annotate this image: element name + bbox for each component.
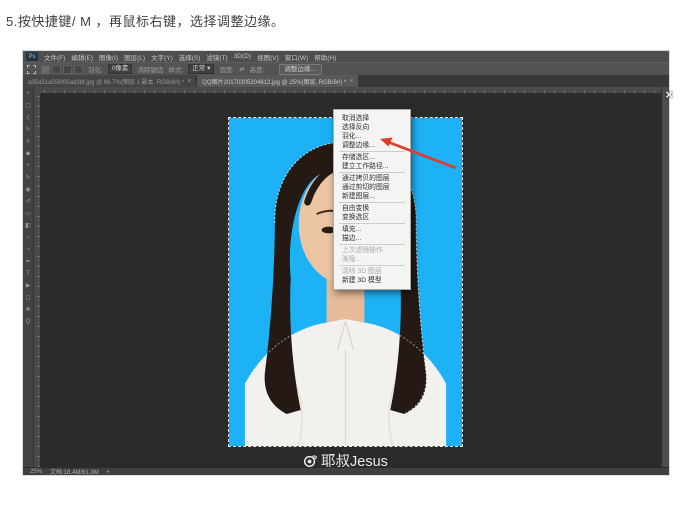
style-select[interactable]: 正常 ▾: [188, 64, 214, 74]
ruler-corner: [34, 87, 41, 94]
pen-tool[interactable]: ✒: [24, 258, 33, 267]
feather-label: 羽化:: [88, 64, 103, 74]
menu-item[interactable]: 图层(L): [124, 52, 145, 62]
brush-tool[interactable]: ✎: [24, 174, 33, 183]
context-menu-item[interactable]: 调整边缘...: [334, 141, 410, 150]
zoom-tool[interactable]: Q: [24, 318, 33, 327]
zoom-level[interactable]: 25%: [30, 469, 42, 475]
document-tab-active[interactable]: QQ图片20170305204612.jpg @ 25%(图层, RGB/8#)…: [197, 75, 358, 87]
swap-dimensions-icon[interactable]: ⇄: [239, 65, 244, 73]
close-icon[interactable]: ×: [665, 87, 673, 102]
vertical-scrollbar[interactable]: [661, 87, 669, 467]
refine-edge-button[interactable]: 调整边缘…: [279, 64, 322, 75]
close-tab-icon[interactable]: ×: [187, 78, 191, 85]
menu-item[interactable]: 图像(I): [99, 52, 118, 62]
photoshop-window: Ps 文件(F) 编辑(E) 图像(I) 图层(L) 文字(Y) 选择(S) 滤镜(T) 3D…: [22, 50, 670, 476]
eyedropper-tool[interactable]: ◆: [24, 150, 33, 159]
context-menu-item[interactable]: 建立工作路径...: [334, 162, 410, 171]
context-menu-item[interactable]: 新建图层...: [334, 192, 410, 201]
document-tabs: a05a51a556f05ad3bf.jpg @ 66.7%(图层 1 副本, …: [23, 75, 669, 87]
crop-tool[interactable]: #: [24, 138, 33, 147]
context-menu-separator: [339, 244, 405, 245]
vertical-ruler: [34, 94, 41, 467]
dodge-tool[interactable]: ◔: [24, 246, 33, 255]
context-menu-item[interactable]: 变换选区: [334, 213, 410, 222]
context-menu: 取消选择选择反向羽化...调整边缘... 存储选区...建立工作路径... 通过拷贝…: [333, 109, 411, 290]
context-menu-item[interactable]: 取消选择: [334, 114, 410, 123]
menu-item[interactable]: 3D(D): [234, 53, 251, 60]
tutorial-page: 5.按快捷键/ M ，再鼠标右键，选择调整边缘。 Ps 文件(F) 编辑(E) 图像…: [0, 0, 690, 515]
context-menu-item[interactable]: 自由变换: [334, 204, 410, 213]
path-select-tool[interactable]: ▶: [24, 282, 33, 291]
width-label: 宽度:: [219, 64, 234, 74]
healing-brush-tool[interactable]: +: [24, 162, 33, 171]
photoshop-logo: Ps: [26, 52, 38, 61]
marquee-tool[interactable]: ▢: [24, 102, 33, 111]
context-menu-item: 上次滤镜操作: [334, 246, 410, 255]
height-label: 高度:: [250, 64, 265, 74]
history-brush-tool[interactable]: ↺: [24, 198, 33, 207]
context-menu-item[interactable]: 通过剪切的图层: [334, 183, 410, 192]
horizontal-ruler: [34, 87, 661, 94]
menu-item[interactable]: 滤镜(T): [206, 52, 227, 62]
move-tool[interactable]: +: [24, 90, 33, 99]
context-menu-separator: [339, 172, 405, 173]
type-tool[interactable]: T: [24, 270, 33, 279]
shape-tool[interactable]: ◻: [24, 294, 33, 303]
document-tab-inactive[interactable]: a05a51a556f05ad3bf.jpg @ 66.7%(图层 1 副本, …: [23, 75, 197, 87]
menu-item[interactable]: 选择(S): [179, 52, 201, 62]
context-menu-separator: [339, 223, 405, 224]
lasso-tool[interactable]: ς: [24, 114, 33, 123]
selection-mode-group: [41, 65, 83, 74]
hand-tool[interactable]: ❖: [24, 306, 33, 315]
subtract-selection-icon[interactable]: [63, 65, 72, 74]
tools-panel: + ▢ ς ✎ # ◆ + ✎ ◉ ↺ ▭ ◧ ○ ◔ ✒ T ▶ ◻ ❖ Q: [23, 87, 34, 467]
options-bar: 羽化: 0像素 消除锯齿 样式: 正常 ▾ 宽度: ⇄ 高度: 调整边缘…: [23, 62, 669, 75]
context-menu-item[interactable]: 填充...: [334, 225, 410, 234]
eraser-tool[interactable]: ▭: [24, 210, 33, 219]
status-caret-icon[interactable]: ▸: [107, 468, 110, 475]
quick-select-tool[interactable]: ✎: [24, 126, 33, 135]
context-menu-item[interactable]: 描边...: [334, 234, 410, 243]
new-selection-icon[interactable]: [41, 65, 50, 74]
feather-input[interactable]: 0像素: [108, 64, 133, 74]
intersect-selection-icon[interactable]: [74, 65, 83, 74]
context-menu-item[interactable]: 羽化...: [334, 132, 410, 141]
context-menu-item[interactable]: 选择反向: [334, 123, 410, 132]
context-menu-separator: [339, 265, 405, 266]
close-tab-icon[interactable]: ×: [349, 78, 353, 85]
chevron-down-icon: ▾: [207, 65, 210, 72]
gradient-tool[interactable]: ◧: [24, 222, 33, 231]
menu-item[interactable]: 帮助(H): [314, 52, 336, 62]
step-heading: 5.按快捷键/ M ，再鼠标右键，选择调整边缘。: [6, 11, 285, 30]
menu-item[interactable]: 文字(Y): [151, 52, 173, 62]
menu-item[interactable]: 视图(V): [257, 52, 279, 62]
style-label: 样式:: [168, 64, 183, 74]
context-menu-item: 渐隐...: [334, 255, 410, 264]
menu-item[interactable]: 文件(F): [44, 52, 65, 62]
menu-bar: Ps 文件(F) 编辑(E) 图像(I) 图层(L) 文字(Y) 选择(S) 滤镜(T) 3D…: [23, 51, 669, 62]
add-selection-icon[interactable]: [52, 65, 61, 74]
blur-tool[interactable]: ○: [24, 234, 33, 243]
marquee-tool-icon: [27, 65, 36, 74]
antialias-checkbox-label[interactable]: 消除锯齿: [137, 64, 163, 74]
context-menu-separator: [339, 151, 405, 152]
context-menu-item[interactable]: 存储选区...: [334, 153, 410, 162]
context-menu-item[interactable]: 新建 3D 模型: [334, 276, 410, 285]
clone-stamp-tool[interactable]: ◉: [24, 186, 33, 195]
menu-item[interactable]: 窗口(W): [285, 52, 308, 62]
menu-item[interactable]: 编辑(E): [71, 52, 93, 62]
status-bar: 25% 文档:18.4M/61.3M ▸: [23, 467, 669, 475]
document-size-info: 文档:18.4M/61.3M: [50, 467, 99, 476]
context-menu-separator: [339, 202, 405, 203]
context-menu-item: 清除 3D 图层: [334, 267, 410, 276]
context-menu-item[interactable]: 通过拷贝的图层: [334, 174, 410, 183]
weibo-eye-icon: [303, 453, 318, 468]
